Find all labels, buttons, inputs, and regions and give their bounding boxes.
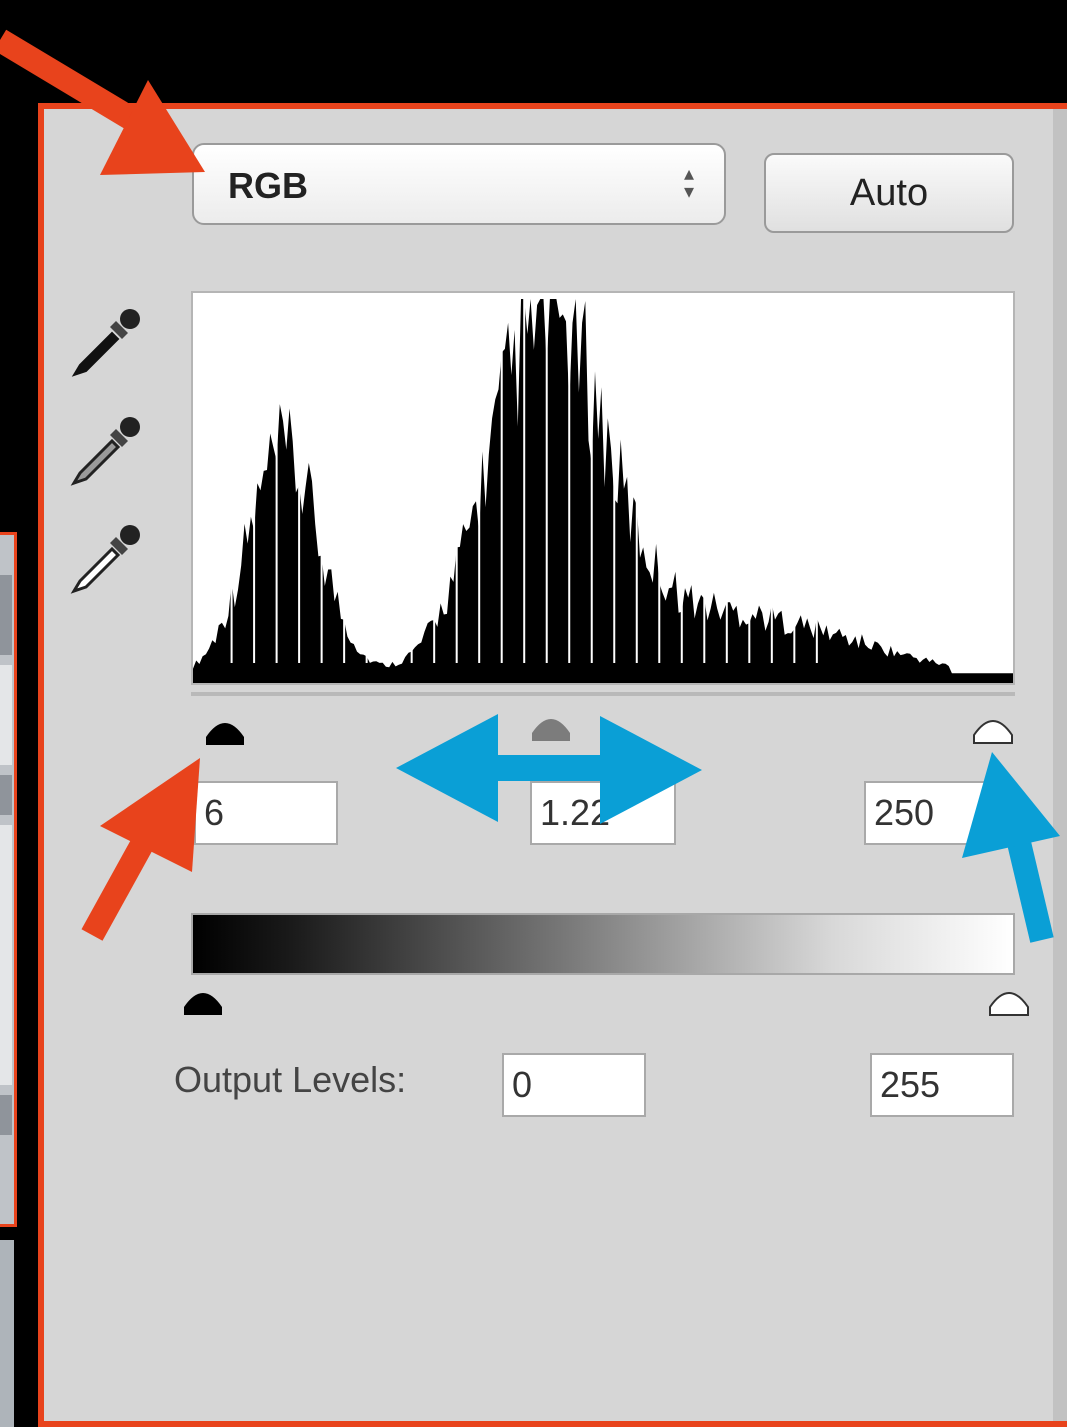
- levels-panel: RGB ▴ ▾ Auto 6 1.22 250 Output Levels: 0…: [38, 103, 1067, 1427]
- window-strip: [0, 1095, 12, 1135]
- channel-select[interactable]: RGB ▴ ▾: [192, 143, 726, 225]
- input-white-field[interactable]: 250: [864, 781, 1014, 845]
- output-white-field[interactable]: 255: [870, 1053, 1014, 1117]
- select-arrows-icon: ▴ ▾: [683, 163, 694, 203]
- output-black-field[interactable]: 0: [502, 1053, 646, 1117]
- background-window-edge: [0, 1240, 14, 1427]
- gamma-input-slider[interactable]: [528, 707, 574, 745]
- panel-scroll-edge: [1053, 109, 1067, 1421]
- gray-point-eyedropper-icon[interactable]: [66, 413, 144, 491]
- histogram-baseline: [191, 692, 1015, 696]
- black-output-slider[interactable]: [180, 981, 226, 1019]
- window-strip: [0, 825, 12, 1085]
- window-strip: [0, 665, 12, 765]
- input-gamma-field[interactable]: 1.22: [530, 781, 676, 845]
- output-gradient-bar: [191, 913, 1015, 975]
- white-input-slider[interactable]: [970, 709, 1016, 747]
- histogram: [191, 291, 1015, 685]
- white-point-eyedropper-icon[interactable]: [66, 521, 144, 599]
- white-output-slider[interactable]: [986, 981, 1032, 1019]
- window-strip: [0, 775, 12, 815]
- output-levels-label: Output Levels:: [174, 1059, 407, 1100]
- window-strip: [0, 575, 12, 655]
- channel-select-value: RGB: [228, 165, 308, 206]
- histogram-plot: [193, 293, 1013, 683]
- auto-button[interactable]: Auto: [764, 153, 1014, 233]
- input-black-field[interactable]: 6: [194, 781, 338, 845]
- background-window-edge: [0, 532, 17, 1227]
- black-input-slider[interactable]: [202, 711, 248, 749]
- black-point-eyedropper-icon[interactable]: [66, 305, 144, 383]
- histogram-shape: [193, 299, 1013, 683]
